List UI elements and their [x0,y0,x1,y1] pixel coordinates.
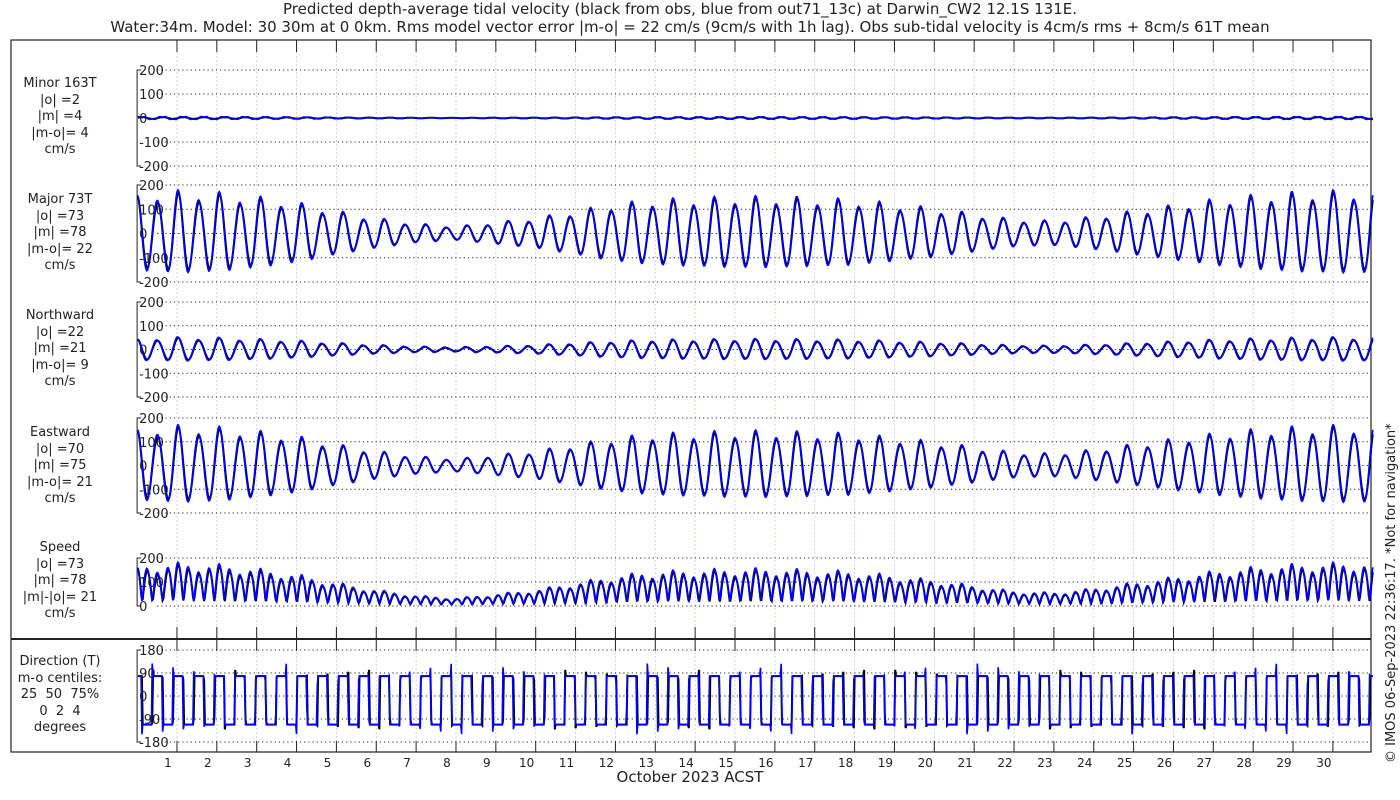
x-tick-label: 30 [1316,756,1331,770]
x-tick-label: 10 [519,756,534,770]
x-tick-label: 8 [443,756,451,770]
obs-series-major [136,191,1374,272]
panel-label-line: |o| =73 [35,556,85,572]
panel-label-line: Speed [39,540,81,555]
x-tick-label: 6 [363,756,371,770]
panel-label-line: Direction (T) [19,654,101,669]
panel-label-line: |m-o|= 21 [27,474,93,490]
x-tick-label: 27 [1197,756,1212,770]
x-axis-label: October 2023 ACST [616,768,764,786]
x-tick-label: 21 [958,756,973,770]
x-tick-label: 3 [244,756,252,770]
y-tick-label: 0 [139,600,147,615]
panel-label-line: |m-o|= 4 [31,125,89,141]
panel-label-line: Eastward [29,425,91,440]
y-tick-label: 200 [139,552,164,567]
panel-label-line: |m-o|= 9 [31,357,89,373]
panel-label-line: Northward [25,308,95,323]
y-tick-label: 100 [139,320,164,335]
x-tick-label: 18 [838,756,853,770]
model-series-speed [137,560,1374,607]
x-tick-label: 4 [284,756,292,770]
x-tick-label: 29 [1276,756,1291,770]
x-tick-label: 19 [878,756,893,770]
model-series-minor [137,115,1373,121]
x-tick-label: 9 [483,756,491,770]
panel-label-line: cm/s [44,142,76,157]
model-series-direction [137,663,1373,735]
x-tick-label: 20 [918,756,933,770]
panel-label-line: |m-o|= 22 [27,241,93,257]
panel-label-line: Major 73T [27,192,93,207]
y-tick-label: 0 [139,112,147,127]
panel-label-line: |o| =2 [39,92,80,108]
y-tick-label: -180 [139,736,169,751]
panel-label-line: |m| =21 [33,341,87,356]
panel-label-northward: Northward |o| =22 |m| =21 |m-o|= 9 cm/s [10,308,110,391]
x-tick-label: 26 [1157,756,1172,770]
x-tick-label: 28 [1237,756,1252,770]
obs-series-eastward [136,425,1374,502]
y-tick-label: 200 [139,64,164,79]
panel-label-minor: Minor 163T |o| =2 |m| =4 |m-o|= 4 cm/s [10,76,110,159]
panel-label-line: |m| =78 [33,573,87,588]
y-tick-label: 200 [139,412,164,427]
panel-label-line: 25 50 75% [20,687,100,702]
x-tick-label: 7 [403,756,411,770]
panel-label-line: |m| =75 [33,458,87,473]
panel-label-line: cm/s [44,606,76,621]
obs-series-direction [137,669,1373,730]
tidal-velocity-plot: 1 2 3 4 5 6 7 8 9 10 11 12 13 14 15 16 17 18 19 20 21 22 23 24 2… [10,39,1374,770]
y-tick-label: -200 [139,391,169,406]
y-tick-label: 100 [139,88,164,103]
obs-series-northward [137,336,1374,362]
y-tick-label: 180 [139,644,164,659]
panel-label-line: |m| =78 [33,225,87,240]
y-tick-label: -100 [139,136,169,151]
x-tick-label: 25 [1117,756,1132,770]
panel-label-line: |o| =22 [35,324,85,340]
panel-label-line: m-o centiles: [17,670,103,686]
panel-label-line: cm/s [44,491,76,506]
x-tick-label: 22 [997,756,1012,770]
x-tick-label: 1 [164,756,172,770]
y-tick-label: -200 [139,276,169,291]
y-tick-label: 200 [139,179,164,194]
y-tick-label: -200 [139,507,169,522]
panel-label-line: Minor 163T [23,76,97,91]
outer-frame [10,39,1372,753]
y-tick-label: -200 [139,160,169,175]
panel-label-line: |m|-|o|= 21 [22,589,98,605]
panel-label-line: cm/s [44,258,76,273]
panel-label-line: cm/s [44,374,76,389]
panel-label-line: degrees [33,720,87,735]
x-tick-label: 23 [1037,756,1052,770]
panel-label-eastward: Eastward |o| =70 |m| =75 |m-o|= 21 cm/s [10,425,110,508]
panel-label-line: |o| =73 [35,208,85,224]
y-tick-label: -100 [139,367,169,382]
x-tick-label: 24 [1077,756,1092,770]
panel-label-line: |m| =4 [37,109,83,124]
panel-label-line: 0 2 4 [39,703,81,719]
copyright-notice: © IMOS 06-Sep-2023 22:36:17. *Not for na… [1384,423,1399,763]
y-tick-label: 200 [139,296,164,311]
panel-label-major: Major 73T |o| =73 |m| =78 |m-o|= 22 cm/s [10,192,110,275]
panel-label-direction: Direction (T) m-o centiles: 25 50 75% 0 2 4… [10,654,110,737]
panel-label-line: |o| =70 [35,441,85,457]
x-tick-label: 5 [324,756,332,770]
panel-label-speed: Speed |o| =73 |m| =78 |m|-|o|= 21 cm/s [10,540,110,623]
x-tick-label: 2 [204,756,212,770]
